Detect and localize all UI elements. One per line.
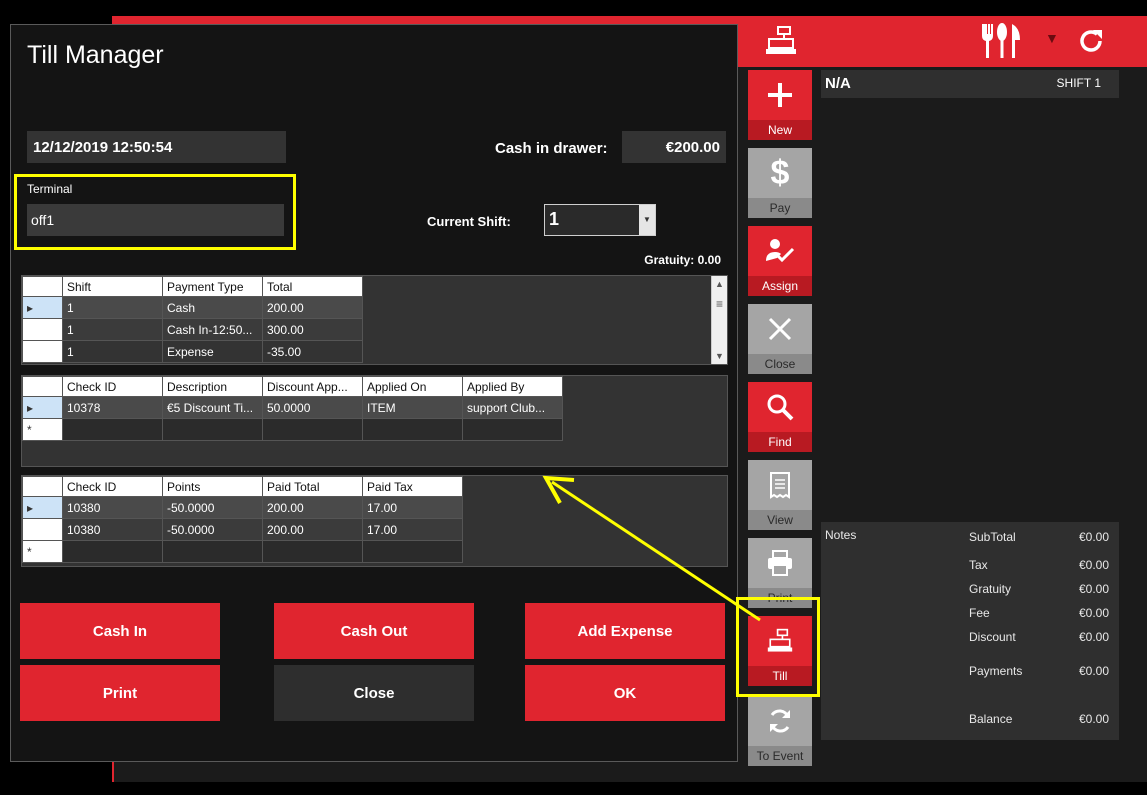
annotation-arrow-icon: [542, 475, 761, 622]
screen: ▼ New $ Pay Assign Close Find View Print…: [0, 0, 1147, 795]
